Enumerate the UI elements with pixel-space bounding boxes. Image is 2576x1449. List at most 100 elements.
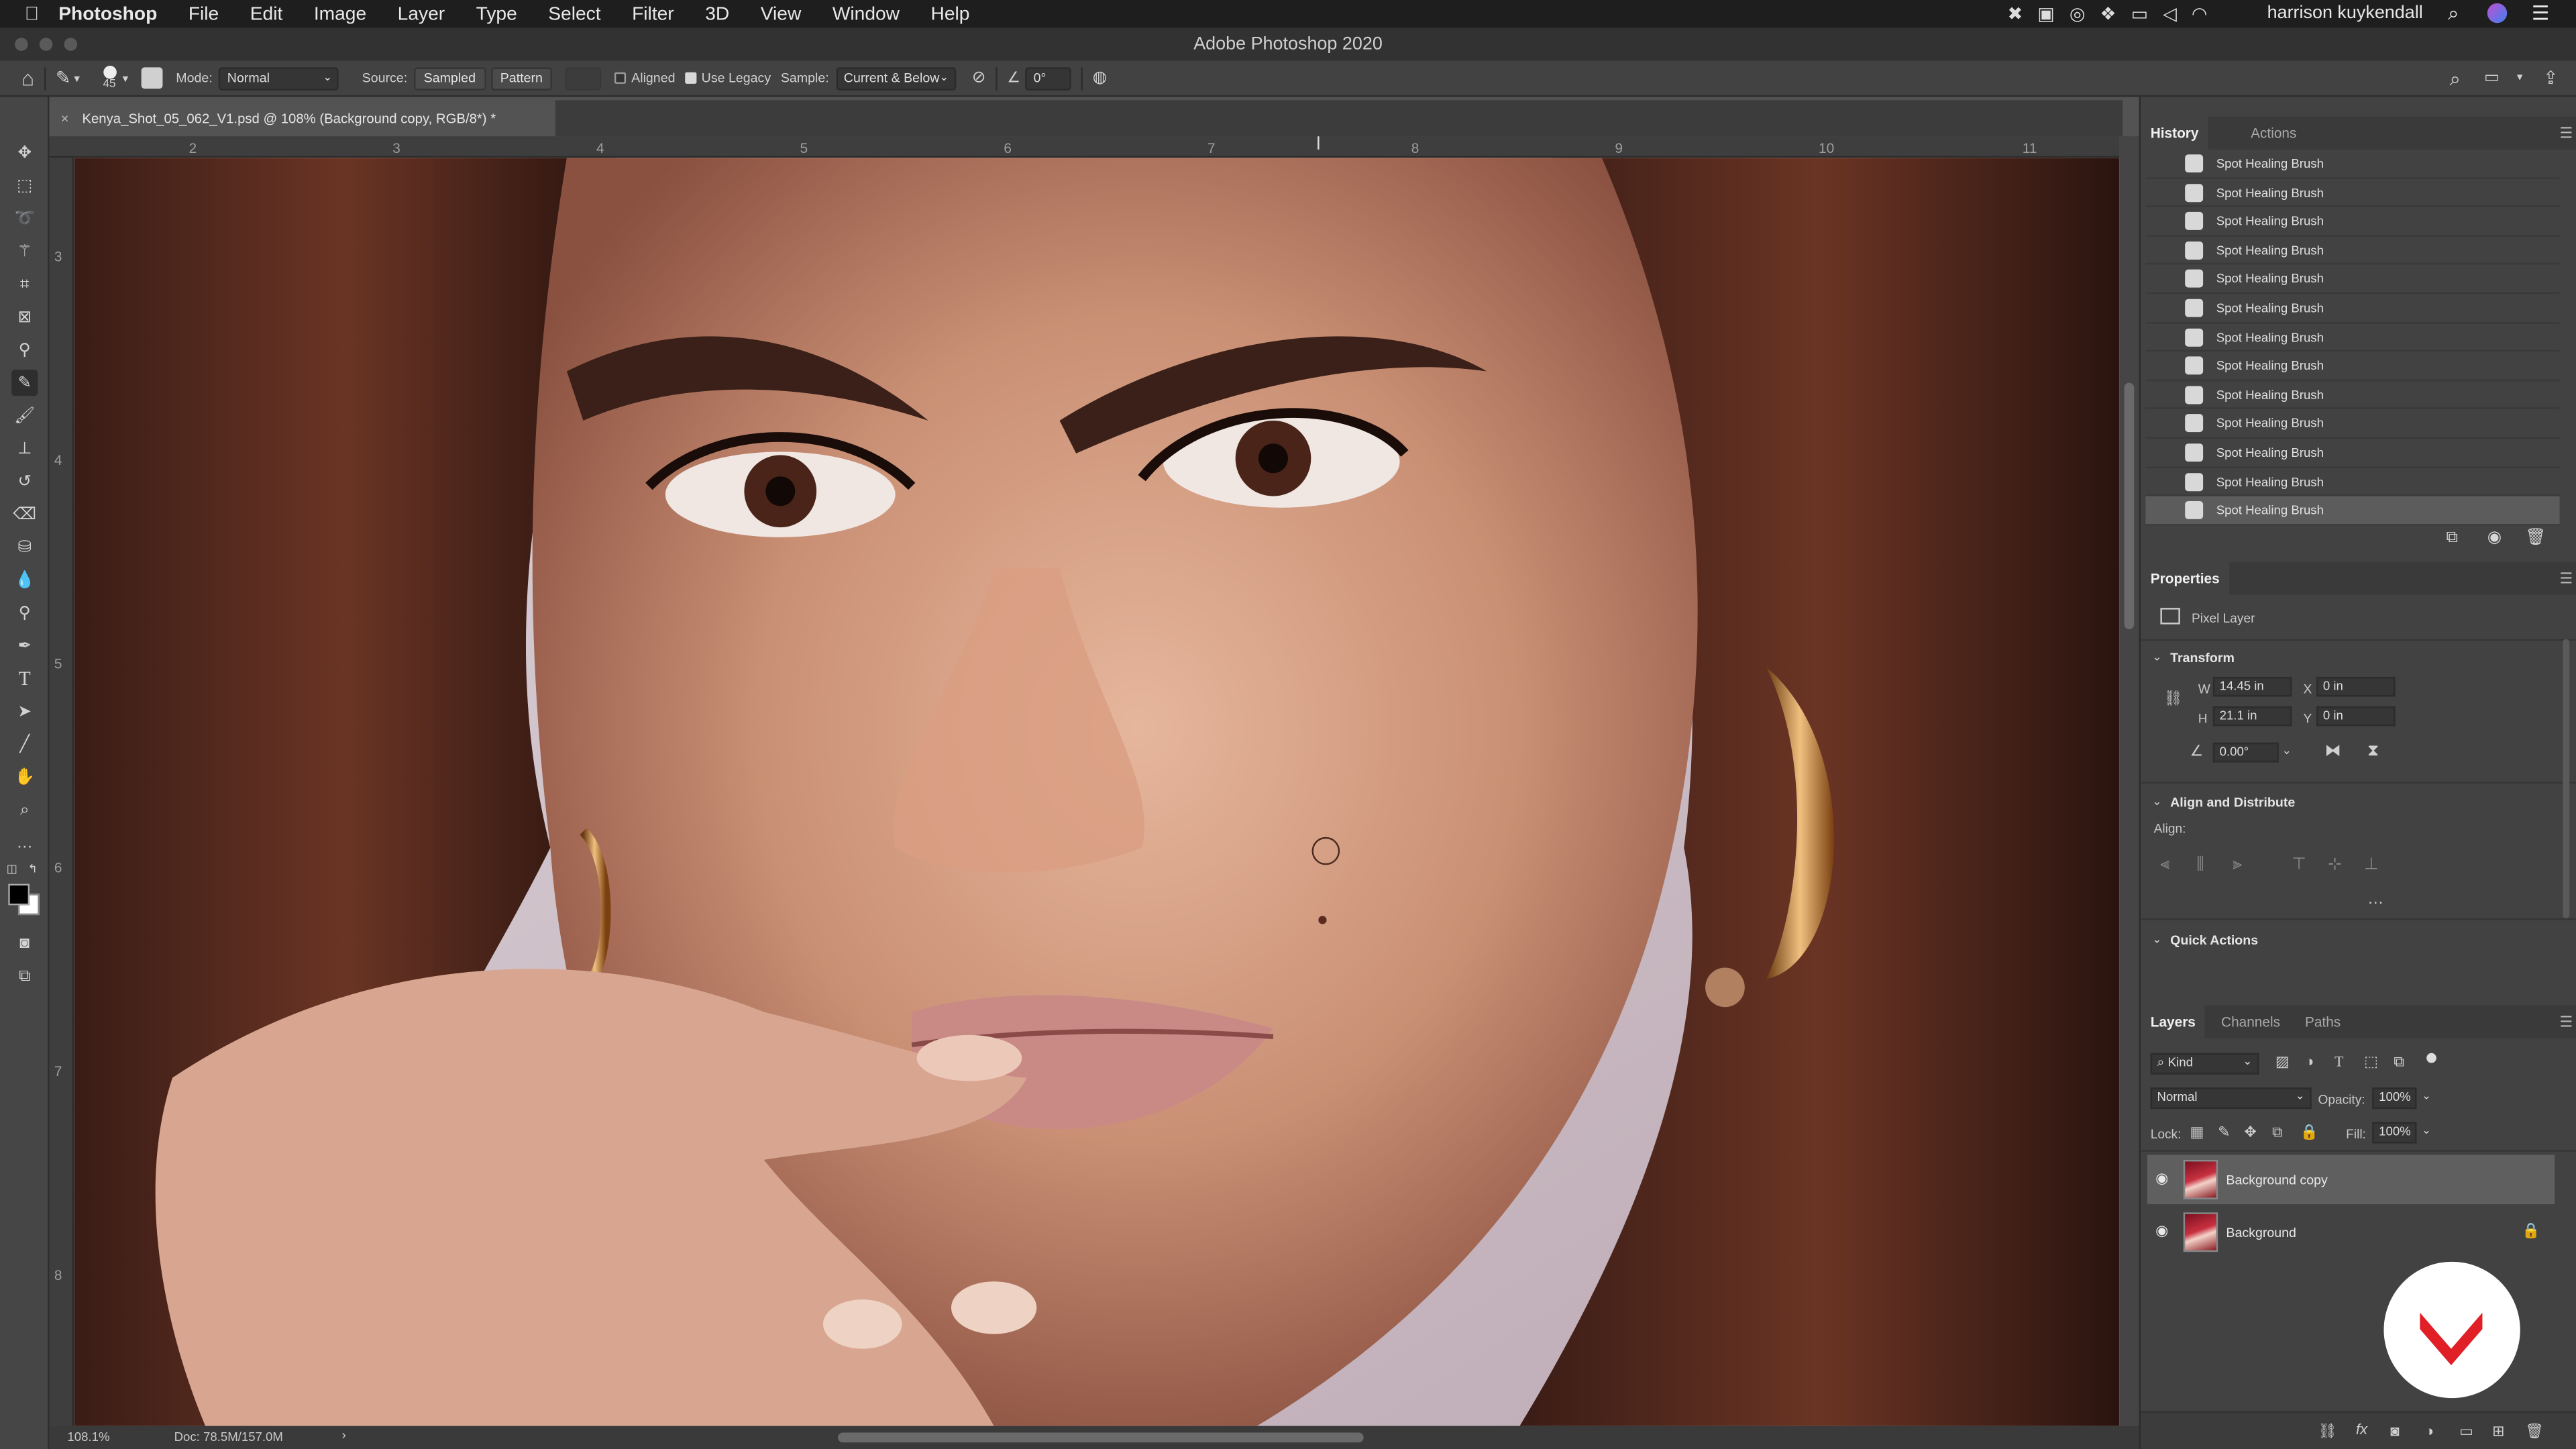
link-layers-icon[interactable]: ⛓	[2318, 1423, 2337, 1441]
list-item[interactable]: Spot Healing Brush	[2145, 150, 2560, 178]
list-item[interactable]: Spot Healing Brush	[2145, 236, 2560, 266]
filter-smart-object-icon[interactable]: ⧉	[2394, 1053, 2404, 1071]
lock-position-icon[interactable]: ✥	[2244, 1124, 2256, 1142]
list-item[interactable]: Spot Healing Brush	[2145, 496, 2560, 526]
sample-dropdown[interactable]: Current & Below ⌄	[835, 66, 956, 90]
list-item[interactable]: Spot Healing Brush	[2145, 265, 2560, 294]
close-tab-icon[interactable]: ×	[61, 100, 69, 136]
x-field[interactable]: 0 in	[2316, 676, 2396, 697]
panel-menu-icon[interactable]: ☰	[2560, 125, 2573, 143]
menu-file[interactable]: File	[189, 4, 219, 23]
frame-tool-icon[interactable]: ⊠	[11, 304, 38, 330]
filter-shape-icon[interactable]: ⬚	[2364, 1053, 2378, 1071]
spot-healing-brush-tool-icon[interactable]: ✎	[11, 370, 38, 396]
blend-mode-dropdown[interactable]: Normal ⌄	[2150, 1087, 2312, 1110]
align-center-icon[interactable]: ⫼	[2196, 856, 2204, 874]
visibility-eye-icon[interactable]: ◉	[2155, 1222, 2168, 1240]
properties-scroll-thumb[interactable]	[2563, 639, 2570, 918]
status-menu-arrow-icon[interactable]: ›	[341, 1428, 346, 1442]
tab-actions[interactable]: Actions	[2251, 117, 2296, 150]
panel-menu-icon[interactable]: ☰	[2560, 1014, 2573, 1032]
list-item[interactable]: Spot Healing Brush	[2145, 439, 2560, 468]
menu-select[interactable]: Select	[548, 4, 600, 23]
chevron-down-icon[interactable]: ▾	[123, 72, 129, 85]
align-distribute-section-title[interactable]: Align and Distribute	[2170, 795, 2295, 810]
zoom-level[interactable]: 108.1%	[67, 1430, 109, 1444]
chevron-down-icon[interactable]: ⌄	[2282, 744, 2292, 757]
filter-type-icon[interactable]: T	[2334, 1053, 2343, 1069]
chevron-down-icon[interactable]: ⌄	[2422, 1089, 2431, 1102]
dodge-tool-icon[interactable]: ⚲	[11, 600, 38, 626]
list-item[interactable]: Spot Healing Brush	[2145, 207, 2560, 237]
menu-type[interactable]: Type	[476, 4, 517, 23]
workspace-icon[interactable]: ▭	[2484, 69, 2500, 87]
screen-icon[interactable]: ▣	[2037, 3, 2054, 25]
foreground-color-swatch[interactable]	[8, 883, 30, 906]
trash-icon[interactable]: 🗑	[2525, 529, 2546, 547]
path-selection-tool-icon[interactable]: ➤	[11, 698, 38, 724]
flip-horizontal-icon[interactable]: ⧓	[2324, 743, 2341, 761]
new-document-from-state-icon[interactable]: ⧉	[2447, 529, 2458, 547]
tab-properties[interactable]: Properties	[2141, 561, 2230, 595]
adjustment-layer-icon[interactable]: ◑	[2425, 1423, 2434, 1439]
transform-section-title[interactable]: Transform	[2170, 651, 2235, 665]
chevron-down-icon[interactable]: ⌄	[2152, 795, 2161, 808]
height-field[interactable]: 21.1 in	[2212, 706, 2292, 727]
lock-all-icon[interactable]: 🔒	[2300, 1124, 2318, 1142]
hand-tool-icon[interactable]: ✋	[11, 764, 38, 790]
list-item[interactable]: Spot Healing Brush	[2145, 468, 2560, 497]
menu-edit[interactable]: Edit	[250, 4, 283, 23]
add-mask-icon[interactable]: ◙	[2390, 1423, 2399, 1439]
pressure-size-icon[interactable]: ◍	[1093, 69, 1107, 87]
menu-view[interactable]: View	[761, 4, 802, 23]
fill-field[interactable]: 100%	[2372, 1122, 2417, 1144]
lock-transparent-icon[interactable]: ▦	[2190, 1124, 2204, 1142]
brush-settings-icon[interactable]	[141, 67, 163, 89]
eraser-tool-icon[interactable]: ⌫	[11, 501, 38, 527]
source-pattern-button[interactable]: Pattern	[490, 66, 553, 90]
chevron-down-icon[interactable]: ▾	[74, 72, 80, 85]
dropbox-icon[interactable]: ❖	[2100, 3, 2116, 25]
magic-wand-tool-icon[interactable]: ⚚	[11, 238, 38, 264]
panel-menu-icon[interactable]: ☰	[2560, 570, 2573, 588]
rotation-angle-field[interactable]: 0.00°	[2212, 742, 2279, 763]
type-tool-icon[interactable]: T	[11, 665, 38, 692]
close-window-icon[interactable]	[15, 38, 28, 51]
list-item[interactable]: Spot Healing Brush	[2145, 381, 2560, 410]
tab-layers[interactable]: Layers	[2141, 1005, 2206, 1038]
new-layer-icon[interactable]: ⊞	[2492, 1423, 2504, 1441]
apple-icon[interactable]: 	[25, 4, 39, 23]
mode-dropdown[interactable]: Normal ⌄	[219, 66, 339, 90]
brush-size-picker[interactable]: 45	[103, 64, 116, 91]
blur-tool-icon[interactable]: 💧	[11, 567, 38, 593]
swap-colors-icon[interactable]: ↰	[28, 863, 38, 875]
creative-cloud-icon[interactable]: ◎	[2070, 3, 2086, 25]
menu-layer[interactable]: Layer	[398, 4, 445, 23]
menu-3d[interactable]: 3D	[705, 4, 729, 23]
tab-history[interactable]: History	[2141, 116, 2209, 150]
flip-vertical-icon[interactable]: ⧗	[2367, 743, 2379, 761]
delete-layer-icon[interactable]: 🗑	[2525, 1423, 2544, 1441]
list-item[interactable]: Spot Healing Brush	[2145, 178, 2560, 208]
source-sampled-button[interactable]: Sampled	[413, 66, 486, 90]
align-top-icon[interactable]: ⊤	[2292, 856, 2306, 874]
lock-pixels-icon[interactable]: ✎	[2218, 1124, 2230, 1142]
align-right-icon[interactable]: ⫸	[2233, 856, 2242, 874]
line-tool-icon[interactable]: ╱	[11, 731, 38, 757]
filter-pixel-icon[interactable]: ▨	[2275, 1053, 2290, 1071]
eyedropper-tool-icon[interactable]: ⚲	[11, 337, 38, 363]
minimize-window-icon[interactable]	[39, 38, 53, 51]
use-legacy-option[interactable]: Use Legacy	[685, 70, 771, 85]
siri-icon[interactable]	[2487, 3, 2508, 23]
pen-tool-icon[interactable]: ✒	[11, 633, 38, 659]
history-brush-tool-icon[interactable]: ↺	[11, 468, 38, 494]
move-tool-icon[interactable]: ✥	[11, 140, 38, 166]
vertical-ruler[interactable]: 3 4 5 6 7 8	[49, 158, 74, 1426]
display-icon[interactable]: ▭	[2131, 3, 2148, 25]
brush-tool-icon[interactable]: 🖌	[11, 402, 38, 429]
edit-toolbar-icon[interactable]: …	[11, 830, 38, 856]
tab-channels[interactable]: Channels	[2221, 1006, 2280, 1038]
spotlight-search-icon[interactable]: ⌕	[2448, 1, 2459, 26]
layer-name[interactable]: Background	[2226, 1226, 2296, 1240]
default-colors-icon[interactable]: ◫	[7, 863, 17, 875]
